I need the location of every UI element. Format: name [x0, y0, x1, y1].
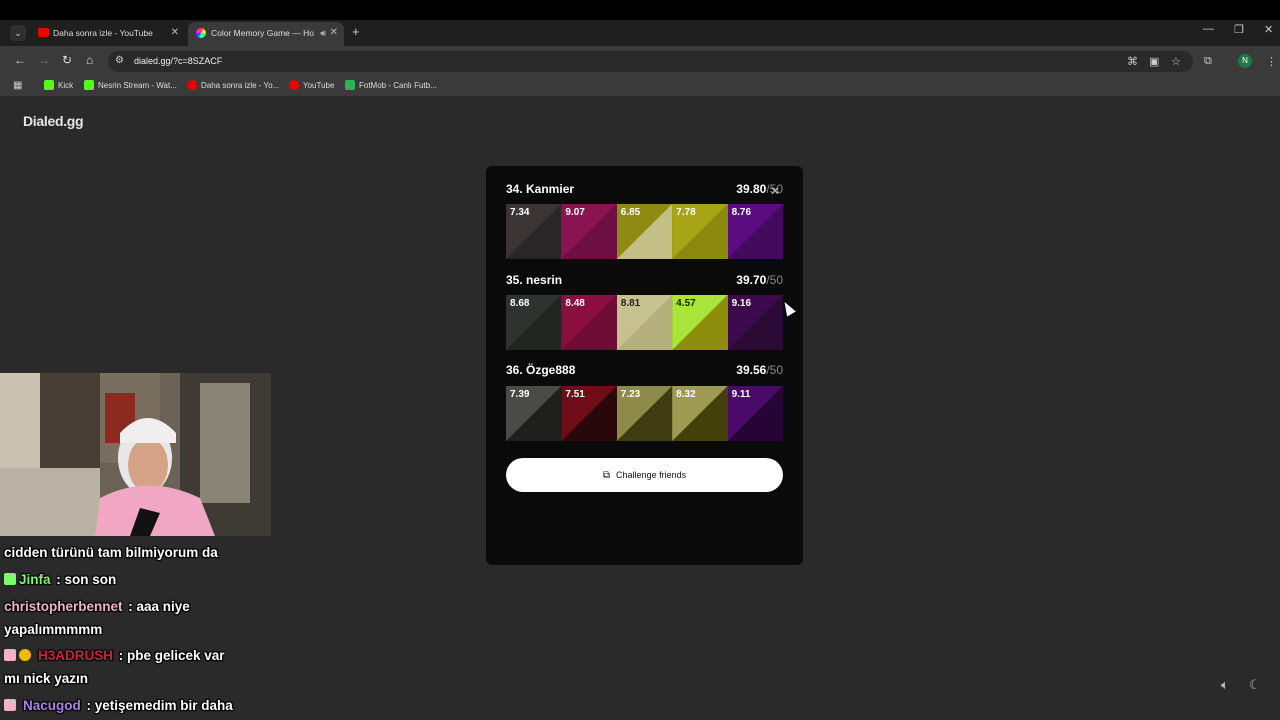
bookmark-daha-sonra[interactable]: Daha sonra izle - Yo... — [187, 79, 279, 93]
color-swatch: 8.68 — [506, 295, 562, 350]
kick-icon — [44, 80, 54, 90]
copy-icon: ⧉ — [602, 470, 611, 481]
swatch-score: 8.81 — [620, 298, 641, 309]
reload-icon[interactable]: ↻ — [62, 53, 72, 67]
gift-badge-icon — [19, 649, 31, 661]
address-bar[interactable] — [108, 51, 1193, 72]
chat-line: cidden türünü tam bilmiyorum da — [4, 545, 218, 560]
color-swatch: 7.34 — [506, 204, 562, 259]
home-icon[interactable]: ⌂ — [86, 53, 93, 67]
chat-line: Nacugod : yetişemedim bir daha — [4, 698, 233, 713]
sub-badge-icon — [4, 699, 16, 711]
tab-title: Color Memory Game — Ho — [211, 28, 314, 38]
color-swatch: 7.23 — [616, 386, 673, 441]
swatch-score: 9.07 — [565, 207, 585, 218]
result-player-name: 34. Kanmier — [506, 182, 575, 196]
chat-line: mı nick yazın — [4, 671, 89, 686]
chat-line: christopherbennet : aaa niye — [4, 599, 190, 614]
swatch-score: 4.57 — [676, 298, 696, 309]
result-score: 39.70/50 — [736, 273, 783, 287]
menu-icon[interactable]: ⋮ — [1266, 55, 1277, 68]
swatch-score: 7.23 — [620, 389, 641, 400]
sub-badge-icon — [4, 573, 16, 585]
sub-badge-icon — [4, 649, 16, 661]
color-swatch: 8.76 — [727, 204, 783, 259]
new-tab-button[interactable]: + — [352, 24, 360, 39]
color-swatch: 8.48 — [561, 295, 617, 350]
color-swatch: 7.39 — [506, 386, 562, 441]
tab-color-memory[interactable]: Color Memory Game — Ho 🔊︎ ✕ — [188, 22, 344, 46]
result-player-name: 35. nesrin — [506, 273, 563, 287]
chat-line: yapalımmmmm — [4, 622, 103, 637]
color-swatch: 8.81 — [616, 295, 673, 350]
bookmark-star-icon[interactable]: ☆ — [1171, 55, 1181, 68]
url-text[interactable]: dialed.gg/?c=8SZACF — [134, 56, 222, 66]
swatch-score: 6.85 — [620, 207, 641, 218]
color-swatch: 9.07 — [561, 204, 617, 259]
swatch-score: 9.16 — [731, 298, 752, 309]
tab-title: Daha sonra izle - YouTube — [53, 28, 153, 38]
bookmark-youtube[interactable]: YouTube — [289, 79, 334, 93]
bookmark-nesrin-stream[interactable]: Nesrin Stream - Wat... — [84, 79, 177, 93]
swatch-score: 8.48 — [565, 298, 585, 309]
restore-icon[interactable]: ❐ — [1234, 23, 1244, 36]
profile-avatar[interactable]: N — [1238, 54, 1252, 68]
color-swatch: 8.32 — [672, 386, 728, 441]
swatch-score: 7.51 — [565, 389, 585, 400]
site-logo[interactable]: Dialed.gg — [23, 113, 84, 129]
color-swatch: 7.78 — [672, 204, 728, 259]
tab-audio-icon[interactable]: 🔊︎ — [320, 22, 326, 44]
translate-icon[interactable]: ⌘ — [1127, 55, 1138, 68]
forward-icon[interactable]: → — [38, 53, 50, 67]
result-score: 39.56/50 — [736, 363, 783, 377]
color-swatch: 9.11 — [727, 386, 783, 441]
swatch-row: 8.68 8.48 8.81 4.57 9.16 — [506, 295, 783, 350]
color-swatch: 6.85 — [616, 204, 673, 259]
tab-search-button[interactable]: ⌄ — [10, 25, 26, 41]
swatch-score: 7.39 — [510, 389, 530, 400]
tab-youtube[interactable]: Daha sonra izle - YouTube ✕ — [30, 22, 185, 46]
apps-grid-icon[interactable]: ▦ — [13, 80, 22, 91]
color-swatch: 7.51 — [561, 386, 617, 441]
site-info-icon[interactable]: ⚙ — [115, 55, 124, 66]
webcam-image — [0, 373, 271, 536]
minimize-icon[interactable]: — — [1203, 23, 1214, 35]
close-tab-icon[interactable]: ✕ — [171, 22, 179, 44]
speaker-icon[interactable]: 🔈︎ — [1221, 677, 1229, 693]
color-swatch: 4.57 — [672, 295, 728, 350]
fotmob-icon — [345, 80, 355, 90]
close-tab-icon[interactable]: ✕ — [330, 22, 338, 44]
youtube-icon — [289, 80, 299, 90]
bookmark-fotmob[interactable]: FotMob - Canlı Futb... — [345, 79, 437, 93]
install-app-icon[interactable]: ▣ — [1149, 55, 1159, 68]
back-icon[interactable]: ← — [14, 53, 26, 67]
close-window-icon[interactable]: ✕ — [1264, 23, 1273, 36]
swatch-row: 7.34 9.07 6.85 7.78 8.76 — [506, 204, 783, 259]
kick-icon — [84, 80, 94, 90]
chat-line: H3ADRUSH : pbe gelicek var — [4, 648, 225, 663]
webcam-overlay — [0, 373, 271, 536]
result-score: 39.80/50 — [736, 182, 783, 196]
moon-icon[interactable]: ☾ — [1249, 677, 1261, 693]
chat-line: Jinfa : son son — [4, 572, 116, 587]
swatch-score: 7.78 — [676, 207, 696, 218]
challenge-friends-button[interactable]: ⧉ Challenge friends — [506, 458, 783, 492]
swatch-score: 7.34 — [510, 207, 530, 218]
swatch-score: 8.68 — [510, 298, 530, 309]
youtube-icon — [38, 28, 49, 37]
swatch-score: 9.11 — [731, 389, 751, 400]
swatch-score: 8.32 — [676, 389, 696, 400]
bookmark-kick[interactable]: Kick — [44, 79, 73, 93]
screen-top-bar — [0, 0, 1280, 20]
result-player-name: 36. Özge888 — [506, 363, 576, 377]
extensions-icon[interactable]: ⧉ — [1204, 55, 1212, 68]
color-wheel-icon — [196, 28, 206, 38]
swatch-score: 8.76 — [731, 207, 752, 218]
swatch-row: 7.39 7.51 7.23 8.32 9.11 — [506, 386, 783, 441]
color-swatch: 9.16 — [727, 295, 783, 350]
youtube-icon — [187, 80, 197, 90]
